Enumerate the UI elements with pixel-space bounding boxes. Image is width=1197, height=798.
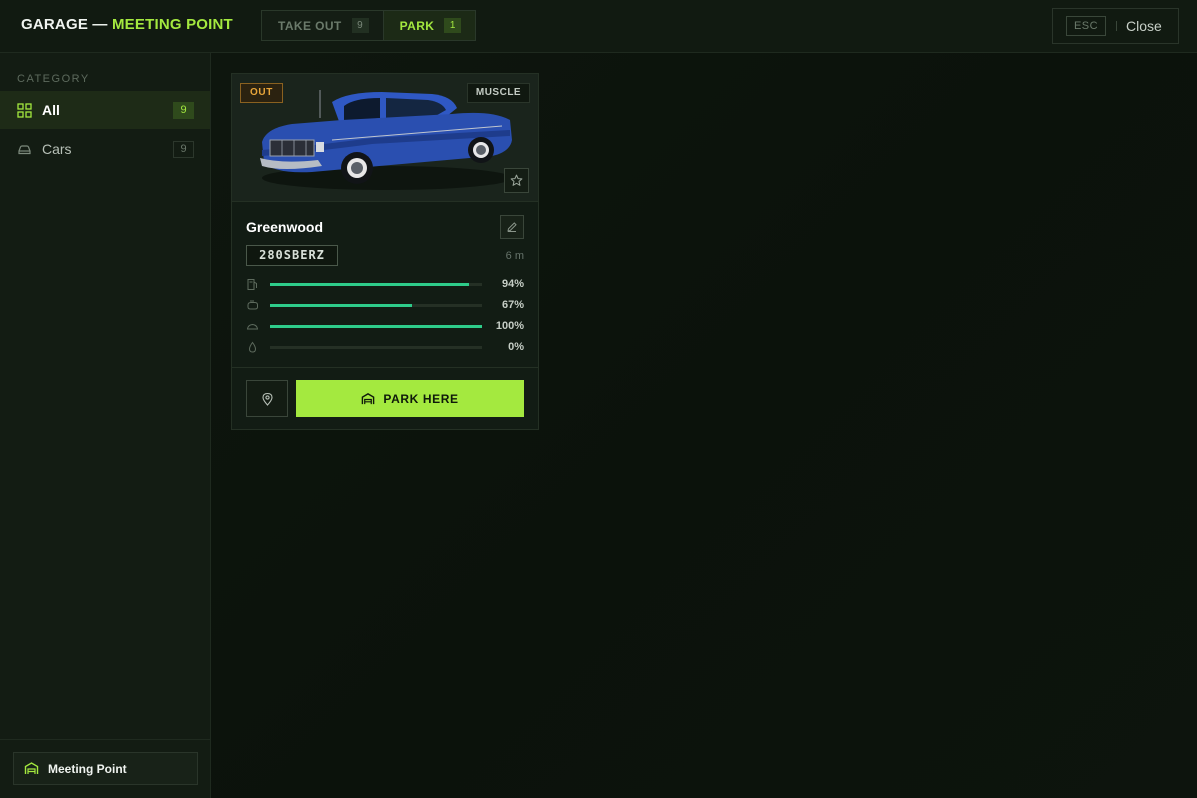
- category-sidebar: CATEGORY All 9 Cars 9 Meeting Point: [0, 53, 211, 798]
- class-badge: MUSCLE: [467, 83, 530, 103]
- tab-park-count: 1: [444, 18, 462, 33]
- park-here-button[interactable]: PARK HERE: [296, 380, 524, 417]
- page-title: GARAGE — MEETING POINT: [21, 16, 233, 33]
- distance-readout: 6 m: [505, 250, 524, 262]
- stat-value: 100%: [495, 320, 524, 332]
- fuel-icon: [247, 279, 257, 290]
- stat-track: [270, 304, 482, 307]
- car-icon: [18, 145, 31, 155]
- vehicle-card[interactable]: OUT MUSCLE Greenwood 280SBERZ 6 m 94% 67…: [231, 73, 539, 430]
- oil-drop-icon: [248, 341, 257, 353]
- park-here-label: PARK HERE: [383, 391, 459, 406]
- stat-engine: 67%: [246, 299, 524, 313]
- top-bar: GARAGE — MEETING POINT TAKE OUT 9 PARK 1…: [0, 0, 1197, 53]
- stat-value: 94%: [501, 278, 524, 290]
- mode-tabs: TAKE OUT 9 PARK 1: [261, 10, 477, 41]
- tab-take-out-label: TAKE OUT: [278, 18, 342, 33]
- title-prefix: GARAGE —: [21, 16, 112, 33]
- favorite-button[interactable]: [504, 168, 529, 193]
- esc-key-hint: ESC: [1066, 16, 1106, 36]
- stat-fill: [270, 325, 482, 328]
- stat-body: 100%: [246, 320, 524, 334]
- map-pin-icon: [261, 392, 273, 406]
- stat-fill: [270, 304, 413, 307]
- sidebar-divider: [0, 739, 210, 740]
- star-icon: [510, 174, 523, 186]
- stat-fill: [270, 283, 470, 286]
- stat-track: [270, 346, 482, 349]
- tab-take-out-count: 9: [351, 18, 369, 33]
- close-separator: [1116, 21, 1117, 31]
- title-location: MEETING POINT: [111, 16, 233, 33]
- license-plate: 280SBERZ: [246, 245, 338, 266]
- close-label: Close: [1126, 18, 1162, 34]
- tab-take-out[interactable]: TAKE OUT 9: [262, 11, 383, 40]
- current-garage-label: Meeting Point: [48, 761, 127, 776]
- status-badge: OUT: [240, 83, 283, 103]
- engine-icon: [247, 300, 258, 310]
- garage-icon: [362, 392, 375, 404]
- stat-track: [270, 283, 482, 286]
- locate-vehicle-button[interactable]: [246, 380, 288, 417]
- sidebar-item-all[interactable]: All 9: [0, 91, 210, 129]
- category-heading: CATEGORY: [17, 73, 90, 85]
- body-icon: [246, 323, 259, 330]
- stat-value: 67%: [501, 299, 524, 311]
- vehicle-name: Greenwood: [246, 219, 324, 235]
- sidebar-item-count: 9: [173, 140, 194, 158]
- rename-button[interactable]: [500, 215, 524, 239]
- garage-icon: [24, 762, 39, 774]
- stat-value: 0%: [508, 341, 524, 353]
- tab-park-label: PARK: [399, 18, 435, 33]
- tab-park[interactable]: PARK 1: [382, 11, 476, 40]
- vehicle-image: OUT MUSCLE: [232, 74, 538, 202]
- sidebar-item-label: All: [42, 102, 60, 118]
- sidebar-item-label: Cars: [42, 141, 72, 157]
- sidebar-item-cars[interactable]: Cars 9: [0, 130, 210, 168]
- close-button[interactable]: ESC Close: [1052, 8, 1179, 44]
- stat-fuel: 94%: [246, 278, 524, 292]
- current-garage-chip[interactable]: Meeting Point: [13, 752, 198, 785]
- pencil-icon: [507, 222, 517, 232]
- sidebar-item-count: 9: [173, 101, 194, 119]
- grid-icon: [17, 103, 32, 118]
- card-divider: [232, 367, 538, 368]
- stat-track: [270, 325, 482, 328]
- stat-oil: 0%: [246, 341, 524, 355]
